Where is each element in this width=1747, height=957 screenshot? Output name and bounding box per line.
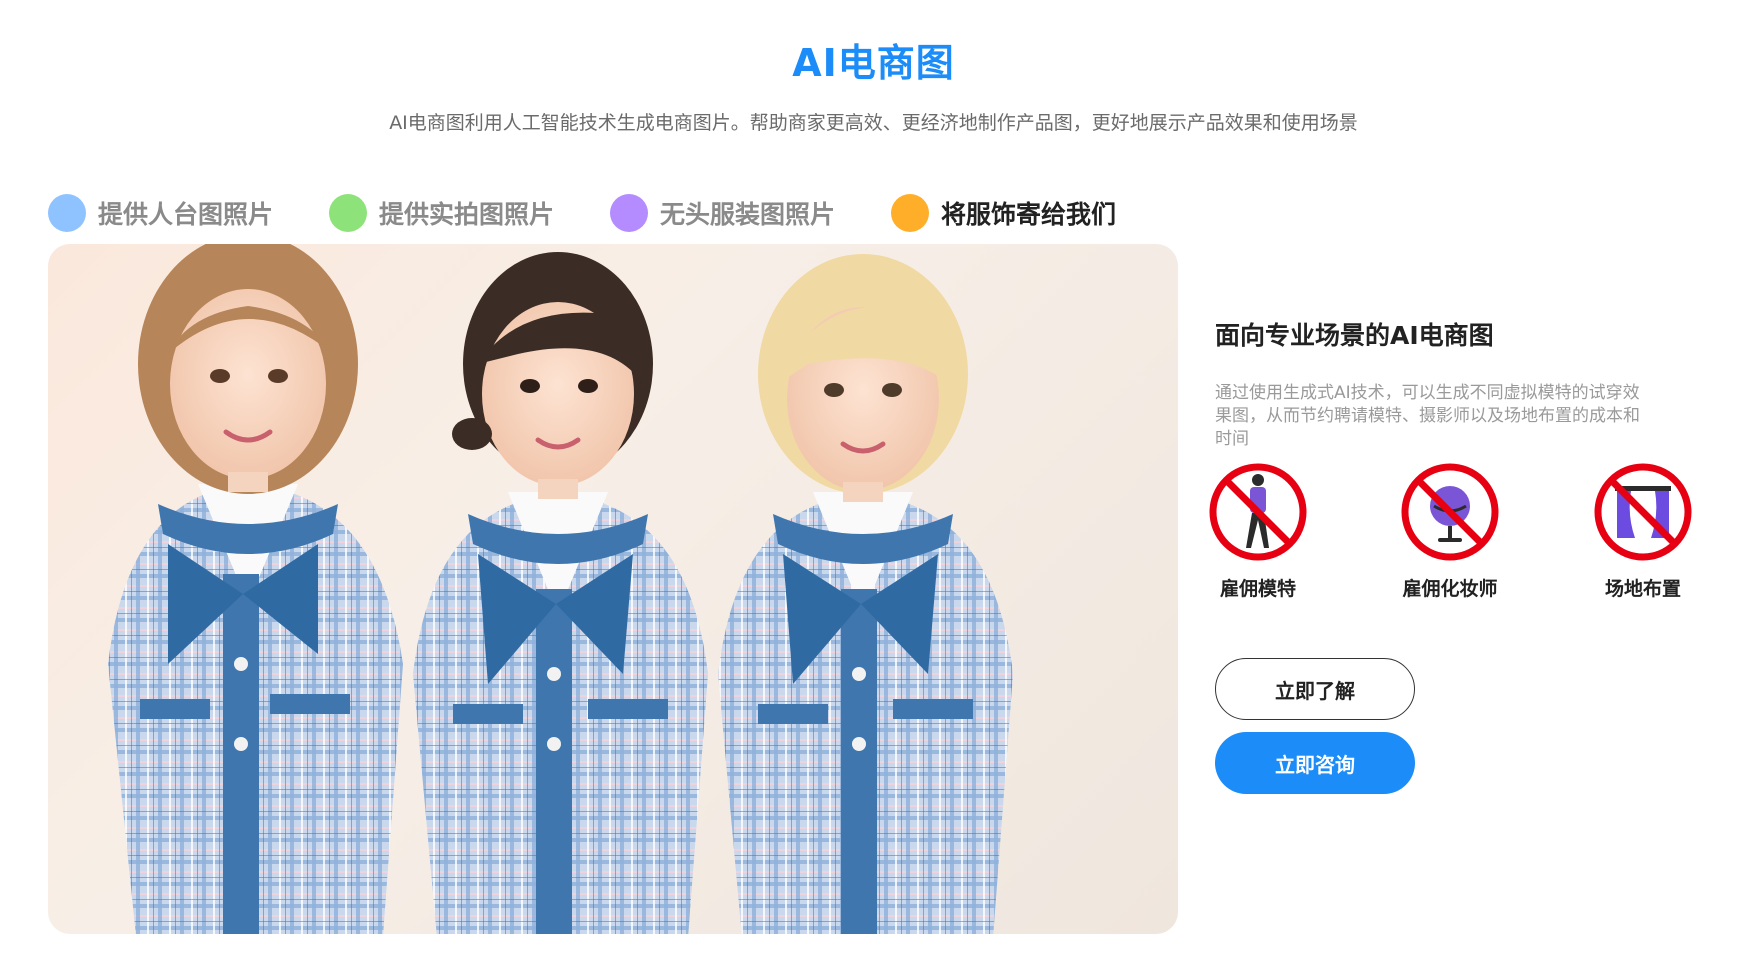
learn-more-button[interactable]: 立即了解: [1215, 658, 1415, 720]
page-title: AI电商图: [792, 41, 955, 85]
child-model-3: [718, 254, 1013, 934]
tab-label: 将服饰寄给我们: [941, 200, 1117, 229]
consult-now-button[interactable]: 立即咨询: [1215, 732, 1415, 794]
feature-label: 雇佣化妆师: [1402, 578, 1498, 600]
tab-mannequin-photo[interactable]: 提供人台图照片: [48, 194, 273, 232]
source-tabs: 提供人台图照片 提供实拍图照片 无头服装图照片 将服饰寄给我们: [48, 190, 1172, 236]
tab-headless-garment-photo[interactable]: 无头服装图照片: [610, 194, 835, 232]
no-makeup-artist-icon: [1401, 463, 1499, 561]
feature-no-venue-setup: 场地布置: [1568, 460, 1718, 601]
tab-dot-icon: [610, 194, 649, 232]
ai-model-showcase-image: [48, 244, 1178, 934]
child-model-1: [108, 244, 403, 934]
section-title: 面向专业场景的AI电商图: [1215, 321, 1494, 350]
tab-mail-garment[interactable]: 将服饰寄给我们: [891, 194, 1116, 232]
tab-label: 无头服装图照片: [660, 200, 836, 229]
page-subtitle: AI电商图利用人工智能技术生成电商图片。帮助商家更高效、更经济地制作产品图，更好…: [389, 112, 1358, 134]
feature-label: 雇佣模特: [1219, 578, 1296, 600]
tab-real-photo[interactable]: 提供实拍图照片: [329, 194, 554, 232]
section-description: 通过使用生成式AI技术，可以生成不同虚拟模特的试穿效果图，从而节约聘请模特、摄影…: [1215, 383, 1640, 449]
feature-no-model: 雇佣模特: [1183, 460, 1333, 601]
tab-dot-icon: [329, 194, 368, 232]
tab-dot-icon: [891, 194, 930, 232]
tab-label: 提供人台图照片: [98, 200, 274, 229]
tab-dot-icon: [48, 194, 86, 232]
feature-label: 场地布置: [1604, 578, 1681, 600]
feature-no-makeup-artist: 雇佣化妆师: [1375, 460, 1525, 601]
no-model-icon: [1209, 463, 1307, 561]
tab-label: 提供实拍图照片: [379, 200, 555, 229]
child-model-2: [413, 252, 708, 934]
no-venue-setup-icon: [1594, 463, 1692, 561]
